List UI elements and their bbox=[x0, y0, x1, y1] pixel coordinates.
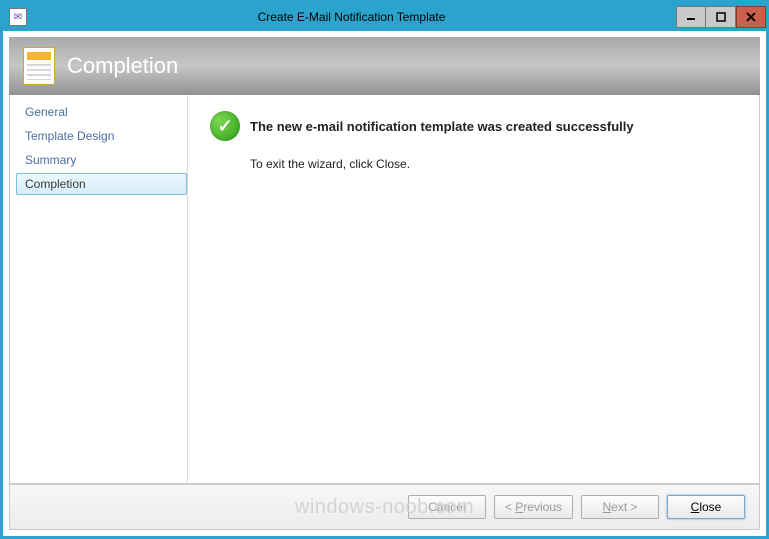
sidebar-item-completion[interactable]: Completion bbox=[16, 173, 187, 195]
window-title: Create E-Mail Notification Template bbox=[27, 10, 676, 24]
titlebar: ✉ Create E-Mail Notification Template bbox=[3, 3, 766, 31]
close-button[interactable]: Close bbox=[667, 495, 745, 519]
wizard-window: ✉ Create E-Mail Notification Template Co… bbox=[2, 2, 767, 537]
close-window-button[interactable] bbox=[736, 6, 766, 28]
window-body: Completion General Template Design Summa… bbox=[3, 31, 766, 536]
wizard-steps-sidebar: General Template Design Summary Completi… bbox=[10, 95, 188, 483]
template-icon bbox=[23, 47, 55, 85]
cancel-button: Cancel bbox=[408, 495, 486, 519]
banner-title: Completion bbox=[67, 53, 178, 79]
window-controls bbox=[676, 6, 766, 28]
wizard-banner: Completion bbox=[9, 37, 760, 95]
minimize-button[interactable] bbox=[676, 6, 706, 28]
sidebar-item-template-design[interactable]: Template Design bbox=[16, 125, 187, 147]
wizard-footer: windows-noob.com Cancel < Previous Next … bbox=[9, 484, 760, 530]
previous-button: < Previous bbox=[494, 495, 573, 519]
maximize-button[interactable] bbox=[706, 6, 736, 28]
wizard-body: General Template Design Summary Completi… bbox=[9, 95, 760, 484]
app-icon: ✉ bbox=[9, 8, 27, 26]
sidebar-item-summary[interactable]: Summary bbox=[16, 149, 187, 171]
sidebar-item-general[interactable]: General bbox=[16, 101, 187, 123]
content-heading-row: ✓ The new e-mail notification template w… bbox=[210, 111, 737, 141]
content-heading: The new e-mail notification template was… bbox=[250, 119, 634, 134]
wizard-content: ✓ The new e-mail notification template w… bbox=[188, 95, 759, 483]
next-button: Next > bbox=[581, 495, 659, 519]
content-body-text: To exit the wizard, click Close. bbox=[210, 157, 737, 171]
success-icon: ✓ bbox=[210, 111, 240, 141]
